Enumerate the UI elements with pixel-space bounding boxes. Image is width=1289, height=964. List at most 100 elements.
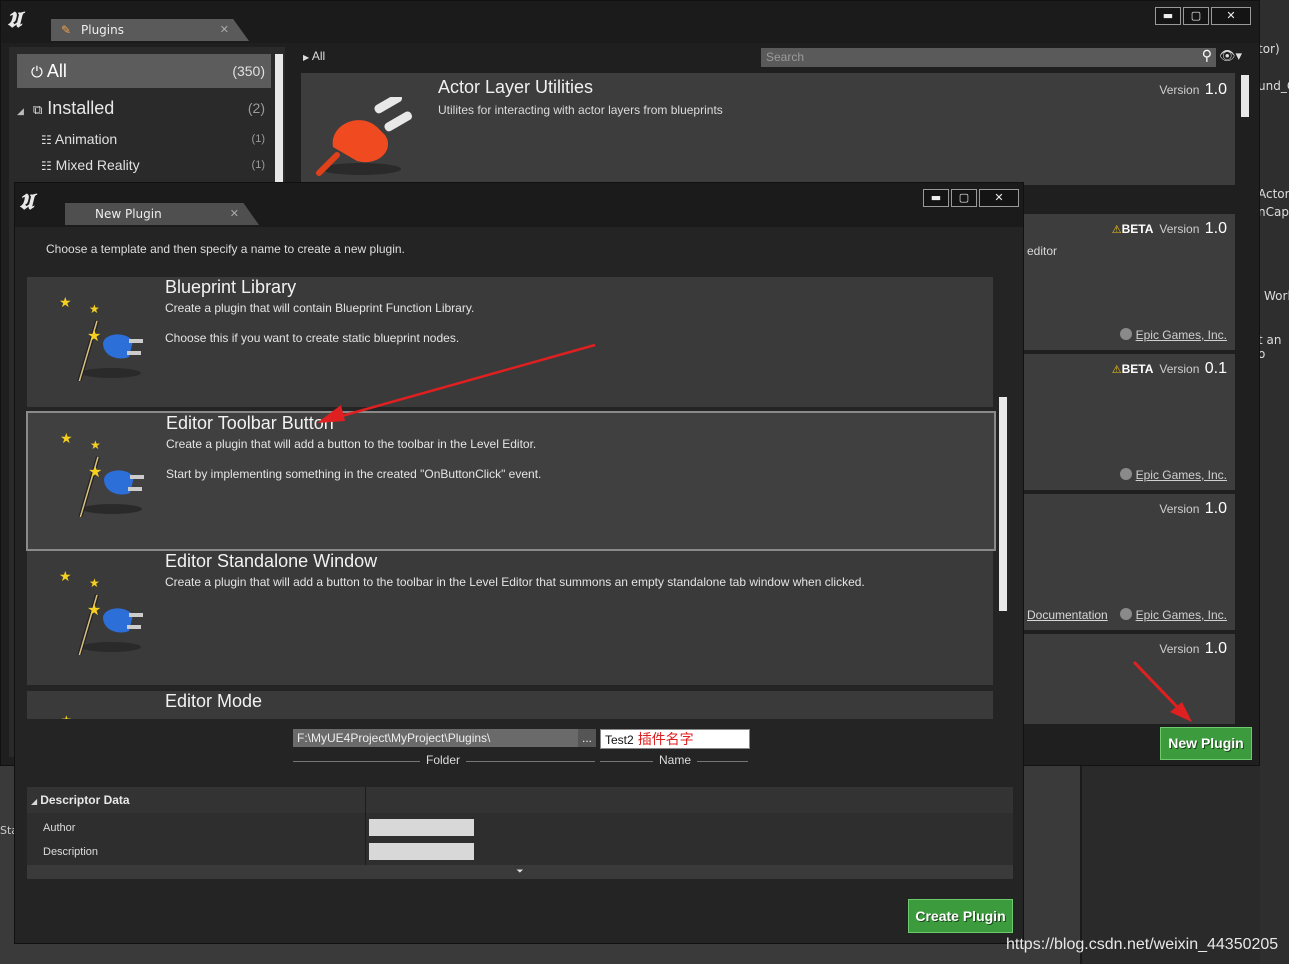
author-input[interactable] <box>369 819 474 836</box>
plugin-description: Utilites for interacting with actor laye… <box>438 103 723 117</box>
watermark-text: https://blog.csdn.net/weixin_44350205 <box>1006 936 1279 953</box>
expand-more-icon[interactable]: ⏷ <box>27 865 1013 879</box>
version-label: Version <box>1159 222 1200 236</box>
unreal-logo-icon: 𝖀 <box>7 7 22 33</box>
bg-text: und_C <box>1258 79 1289 93</box>
power-icon: ⏻ <box>31 64 43 81</box>
template-description: Create a plugin that will add a button t… <box>166 437 537 451</box>
name-input[interactable]: Test2 插件名字 <box>600 729 750 749</box>
installed-icon: ⧉ <box>32 102 43 117</box>
folder-label: Folder <box>420 753 467 767</box>
browse-folder-button[interactable]: ... <box>578 729 596 747</box>
version-label: Version <box>1159 642 1200 656</box>
collapse-triangle-icon[interactable]: ◢ <box>17 106 24 116</box>
tab-new-plugin[interactable]: New Plugin ✕ <box>65 203 259 225</box>
category-all-count: (350) <box>232 63 265 79</box>
bg-text: tor) <box>1258 42 1280 56</box>
window-controls: ▬ ▢ ✕ <box>921 189 1019 207</box>
plugin-description: editor <box>1027 244 1058 258</box>
search-input[interactable]: Search ⚲ <box>761 48 1216 67</box>
magic-wand-plugin-icon: ★ ★ ★ <box>59 569 143 655</box>
category-animation-count: (1) <box>251 133 265 145</box>
version-number: 1.0 <box>1204 500 1227 517</box>
folder-input[interactable]: F:\MyUE4Project\MyProject\Plugins\ <box>293 729 585 747</box>
bg-text: t an o <box>1258 333 1282 361</box>
descriptor-row-author: Author <box>27 817 1013 839</box>
template-editor-toolbar-button[interactable]: ★ ★ ★ Editor Toolbar Button Create a plugi… <box>26 411 996 551</box>
descriptor-header[interactable]: ◢ Descriptor Data <box>27 787 1013 813</box>
beta-badge: BETA <box>1121 362 1154 376</box>
category-mixed-reality-count: (1) <box>251 159 265 171</box>
category-installed-label: Installed <box>47 98 115 118</box>
descriptor-label: Description <box>43 846 99 858</box>
close-button[interactable]: ✕ <box>979 189 1019 207</box>
template-title: Editor Mode <box>165 691 263 711</box>
author-link[interactable]: Epic Games, Inc. <box>1119 328 1227 342</box>
tab-plugins[interactable]: ✎ Plugins ✕ <box>51 19 249 41</box>
plugin-version: Version 1.0 <box>1159 500 1227 518</box>
maximize-button[interactable]: ▢ <box>1183 7 1209 25</box>
category-installed-count: (2) <box>247 100 265 116</box>
list-tree-icon: ☷ <box>41 133 52 147</box>
name-annotation: 插件名字 <box>637 731 694 747</box>
author-name: Epic Games, Inc. <box>1135 468 1227 482</box>
template-title: Blueprint Library <box>165 277 297 297</box>
breadcrumb-arrow-icon: ▶ <box>303 53 310 62</box>
plugin-card-2[interactable]: ⚠BETA Version 1.0 editor Epic Games, Inc. <box>1023 214 1235 350</box>
version-label: Version <box>1159 362 1200 376</box>
name-label: Name <box>653 753 698 767</box>
svg-text:★: ★ <box>87 600 101 619</box>
template-editor-standalone-window[interactable]: ★ ★ ★ Editor Standalone Window Create a pl… <box>27 551 993 685</box>
maximize-button[interactable]: ▢ <box>951 189 977 207</box>
documentation-link[interactable]: Documentation <box>1027 608 1108 622</box>
plugin-card-4[interactable]: Version 1.0 Documentation Epic Games, In… <box>1023 494 1235 630</box>
category-mixed-reality[interactable]: ☷ Mixed Reality (1) <box>17 154 271 176</box>
version-label: Version <box>1159 502 1200 516</box>
new-plugin-dialog: 𝖀 New Plugin ✕ ▬ ▢ ✕ Choose a template a… <box>14 182 1024 944</box>
background-panel-lower <box>1080 764 1260 964</box>
template-description: Create a plugin that will add a button t… <box>165 575 865 589</box>
version-number: 1.0 <box>1204 640 1227 657</box>
template-title: Editor Standalone Window <box>165 551 378 571</box>
breadcrumb[interactable]: ▶ All <box>303 49 325 63</box>
svg-text:★: ★ <box>88 462 102 481</box>
globe-icon <box>1119 468 1132 480</box>
author-name: Epic Games, Inc. <box>1135 328 1227 342</box>
template-description-2: Start by implementing something in the c… <box>166 467 542 481</box>
close-tab-icon[interactable]: ✕ <box>220 19 229 41</box>
category-all[interactable]: ⏻ All (350) <box>17 54 271 88</box>
search-icon[interactable]: ⚲ <box>1202 48 1212 64</box>
author-link[interactable]: Epic Games, Inc. <box>1119 608 1227 622</box>
description-input[interactable] <box>369 843 474 860</box>
globe-icon <box>1119 328 1132 340</box>
unreal-logo-icon: 𝖀 <box>19 189 34 215</box>
descriptor-header-label: Descriptor Data <box>40 793 130 807</box>
category-installed[interactable]: ◢ ⧉ Installed (2) <box>17 95 271 121</box>
list-tree-icon: ☷ <box>41 159 52 173</box>
minimize-button[interactable]: ▬ <box>1155 7 1181 25</box>
author-link[interactable]: Epic Games, Inc. <box>1119 468 1227 482</box>
close-button[interactable]: ✕ <box>1211 7 1251 25</box>
background-editor-panel: tor) und_C Actors nCapt Worl t an o <box>1258 0 1289 964</box>
bg-text: Worl <box>1264 289 1289 303</box>
tab-new-plugin-label: New Plugin <box>95 207 162 221</box>
new-plugin-button[interactable]: New Plugin <box>1160 727 1252 760</box>
template-editor-mode[interactable]: Editor Mode ★ <box>27 691 993 719</box>
descriptor-row-description: Description <box>27 841 1013 863</box>
plugin-card-3[interactable]: ⚠BETA Version 0.1 Epic Games, Inc. <box>1023 354 1235 490</box>
collapse-triangle-icon[interactable]: ◢ <box>31 797 37 806</box>
categories-scrollbar[interactable] <box>275 54 283 184</box>
svg-text:★: ★ <box>87 326 101 345</box>
template-scrollbar[interactable] <box>999 397 1007 611</box>
plugin-card-actor-layer-utilities[interactable]: Actor Layer Utilities Utilites for inter… <box>301 73 1235 185</box>
minimize-button[interactable]: ▬ <box>923 189 949 207</box>
plugins-scrollbar[interactable] <box>1241 75 1249 117</box>
close-tab-icon[interactable]: ✕ <box>230 203 239 225</box>
breadcrumb-label: All <box>311 49 326 63</box>
create-plugin-button[interactable]: Create Plugin <box>908 899 1013 933</box>
version-number: 1.0 <box>1204 81 1227 98</box>
svg-text:★: ★ <box>59 295 72 311</box>
category-animation[interactable]: ☷ Animation (1) <box>17 128 271 150</box>
view-options-eye-icon[interactable]: 👁▾ <box>1219 49 1242 64</box>
globe-icon <box>1119 608 1132 620</box>
